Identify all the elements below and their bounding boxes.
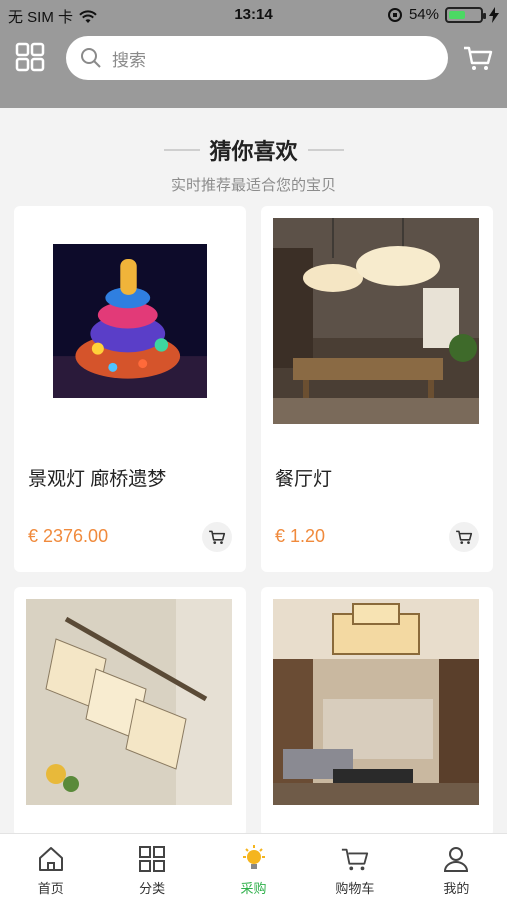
product-card[interactable]: 餐厅灯 € 1.20 [261,206,493,572]
status-right: 54% [387,6,499,23]
section-subtitle: 实时推荐最适合您的宝贝 [170,177,336,194]
charging-icon [489,6,499,23]
battery-fill [449,10,465,19]
product-image-dining-lamp [273,218,479,424]
user-icon [444,847,469,872]
tab-label: 我的 [443,881,470,896]
tab-profile[interactable]: 我的 [406,834,507,900]
tab-label: 分类 [139,881,166,896]
product-name: 餐厅灯 [275,469,333,490]
tab-cart[interactable]: 购物车 [304,834,405,900]
tab-label: 首页 [37,881,64,896]
product-price: € 2376.00 [28,526,109,546]
product-image-ceiling-lamp [273,599,479,805]
add-to-cart-button[interactable] [449,522,479,552]
product-card[interactable] [14,587,246,837]
search-input[interactable]: 搜索 [66,36,448,80]
product-card[interactable] [261,587,493,837]
orientation-lock-icon [387,7,402,22]
search-placeholder: 搜索 [112,50,146,70]
title-divider-right [308,149,344,151]
status-bar: 无 SIM 卡 13:14 54% [0,0,507,30]
product-card[interactable]: 景观灯 廊桥遗梦 € 2376.00 [14,206,246,572]
recommend-section-header: 猜你喜欢 实时推荐最适合您的宝贝 [0,108,507,204]
product-image-lantern [53,244,207,398]
home-icon [38,847,63,871]
battery-percent: 54% [408,6,439,23]
cart-icon[interactable] [462,42,494,74]
cart-icon [341,848,369,871]
cart-icon [209,530,226,544]
product-image-pendant-lamp [26,599,232,805]
product-price: € 1.20 [275,526,326,546]
tab-label: 购物车 [335,881,375,896]
bottom-tab-bar: 首页 分类 采购 购物车 我的 [0,833,507,900]
battery-icon [445,6,486,23]
bulb-icon [242,845,265,869]
product-name: 景观灯 廊桥遗梦 [28,469,167,490]
grid-icon [139,846,166,872]
tab-category[interactable]: 分类 [101,834,202,900]
add-to-cart-button[interactable] [202,522,232,552]
top-bar: 无 SIM 卡 13:14 54% 搜索 [0,0,507,108]
search-icon [81,48,101,68]
category-grid-icon[interactable] [15,42,45,72]
tab-purchase[interactable]: 采购 [203,834,304,900]
tab-label: 采购 [240,881,267,896]
tab-home[interactable]: 首页 [0,834,101,900]
cart-icon [456,530,473,544]
section-title: 猜你喜欢 [209,139,298,164]
